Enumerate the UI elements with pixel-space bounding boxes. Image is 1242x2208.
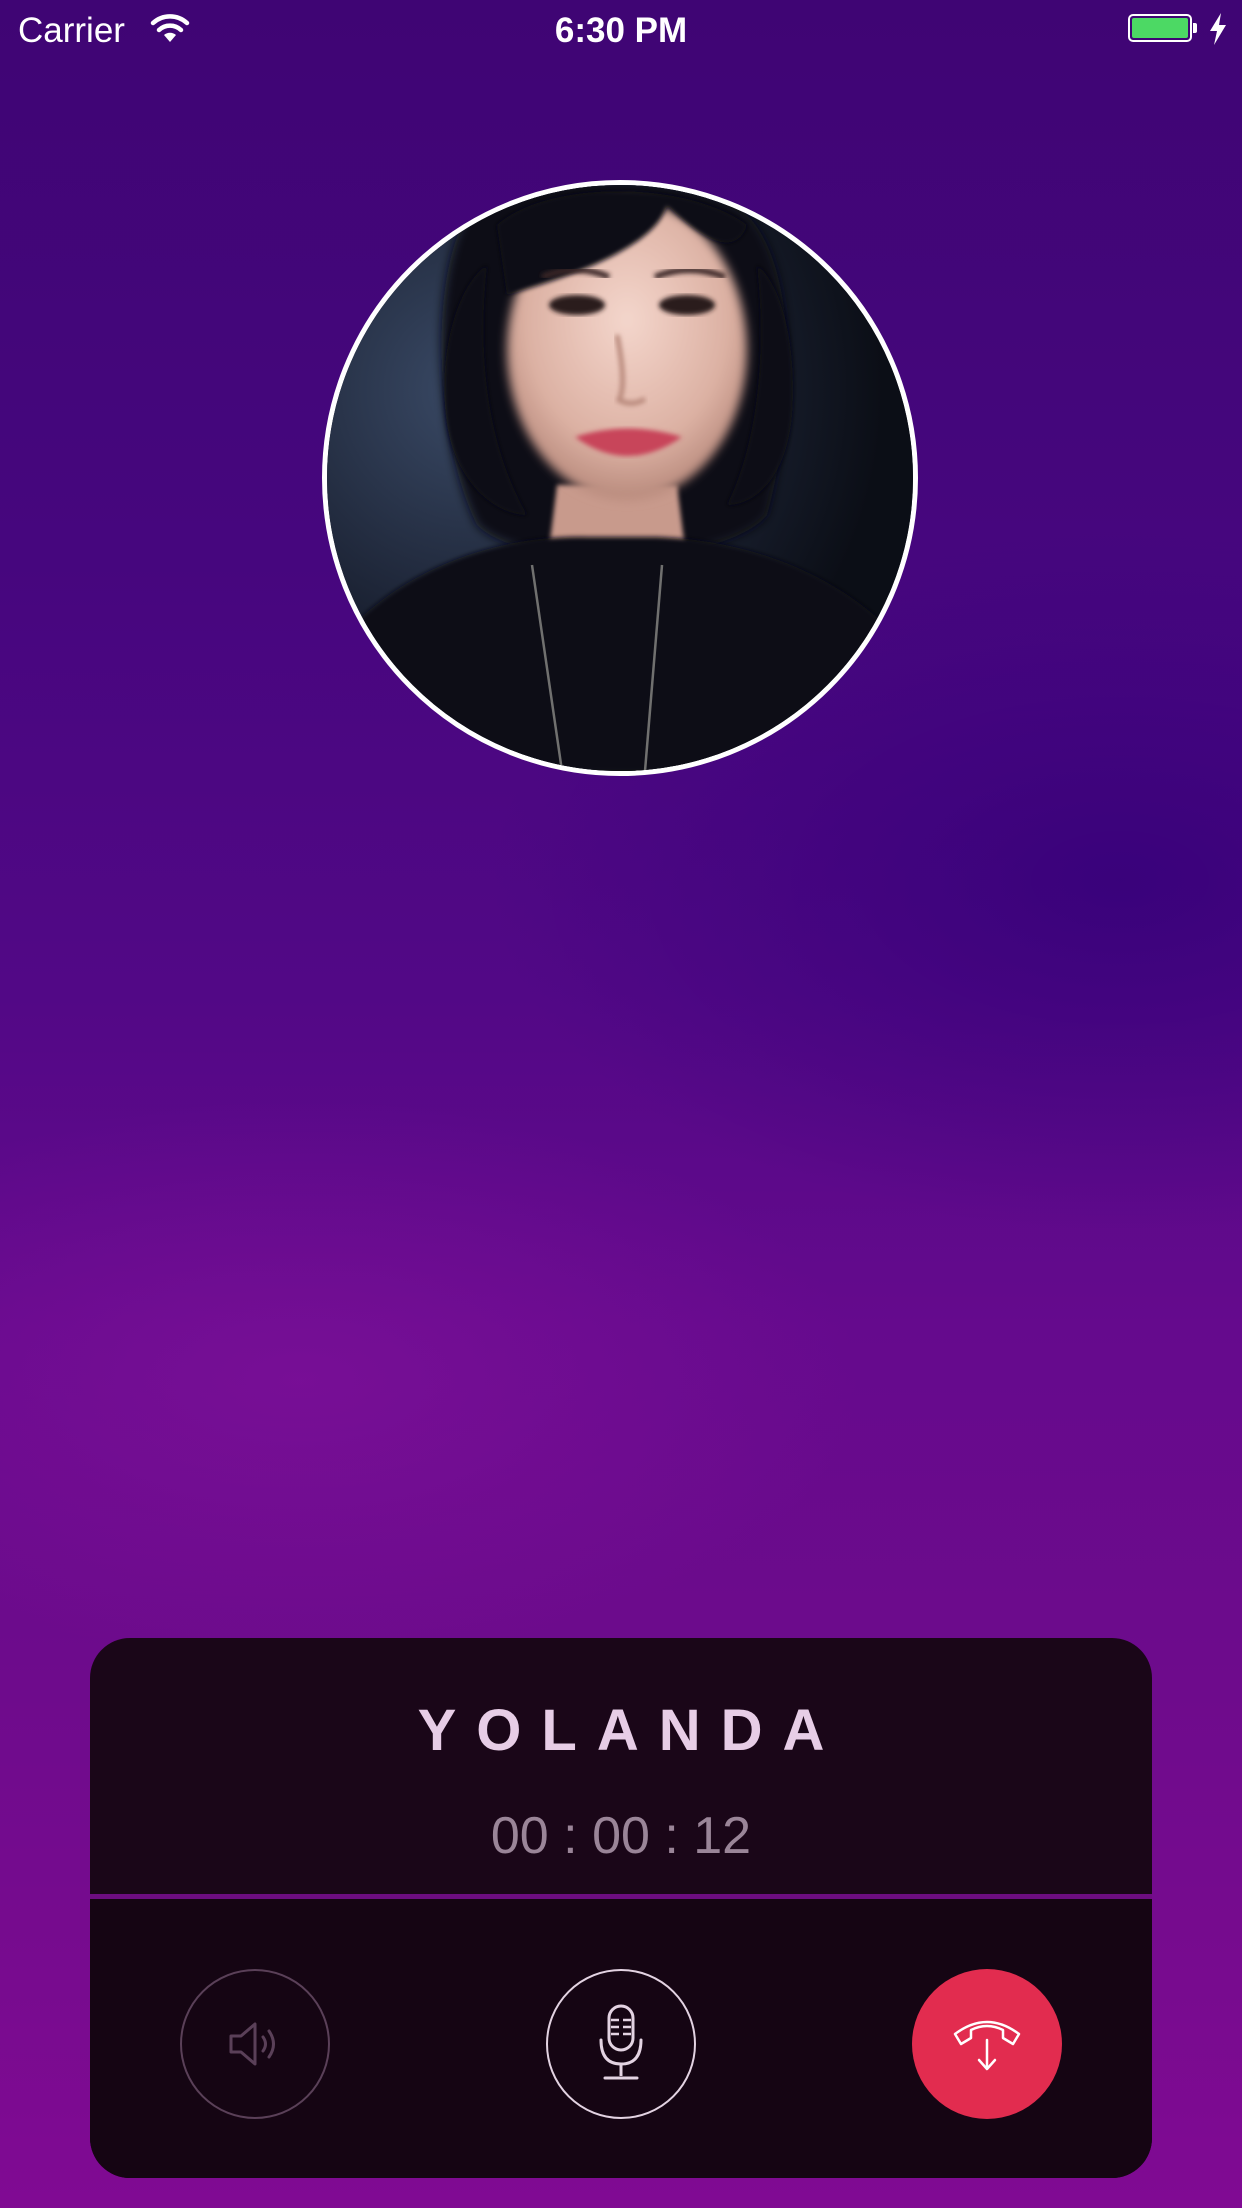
call-controls [90,1899,1152,2178]
battery-fill [1132,18,1188,38]
call-duration: 00 : 00 : 12 [490,1807,752,1865]
speaker-button[interactable] [180,1969,330,2119]
charging-bolt-icon [1210,13,1226,45]
status-bar: Carrier 6:30 PM [0,0,1242,62]
end-call-icon [953,2020,1021,2071]
speaker-icon [229,2022,275,2066]
call-screen: Carrier 6:30 PM YOLANDA 00: 00: 12 [0,0,1242,2208]
caller-name: YOLANDA [417,1698,845,1763]
call-panel: YOLANDA 00 : 00 : 12 [90,1638,1152,2178]
battery-icon [1128,14,1198,44]
status-time: 6:30 PM [554,11,688,50]
caller-avatar [322,180,918,776]
end-call-button[interactable] [912,1969,1062,2119]
mute-button[interactable] [546,1969,696,2119]
microphone-icon [599,2004,643,2080]
